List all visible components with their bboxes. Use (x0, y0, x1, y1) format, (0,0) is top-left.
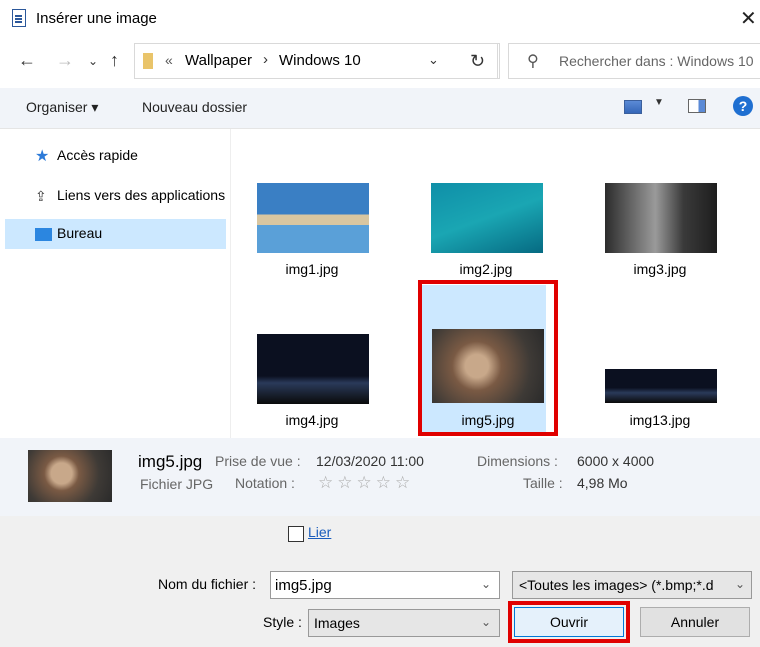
search-icon: ⚲ (527, 53, 539, 70)
chevron-down-icon[interactable]: ⌄ (481, 577, 491, 591)
sidebar-item-app-links[interactable]: ⇪ Liens vers des applications (5, 181, 226, 211)
address-bar[interactable]: « Wallpaper › Windows 10 ⌄ (134, 43, 498, 79)
size-value: 4,98 Mo (577, 475, 628, 491)
help-icon[interactable]: ? (733, 96, 753, 116)
folder-icon (143, 53, 153, 69)
cancel-button[interactable]: Annuler (640, 607, 750, 637)
sidebar-item-desktop[interactable]: Bureau (5, 219, 226, 249)
file-item[interactable]: img3.jpg (599, 177, 745, 327)
organise-button[interactable]: Organiser ▾ (26, 99, 98, 116)
taken-label: Prise de vue : (215, 453, 301, 469)
forward-arrow-icon[interactable]: → (56, 50, 74, 71)
search-input[interactable]: Rechercher dans : Windows 10 (559, 53, 754, 69)
path-overflow[interactable]: « (165, 52, 173, 68)
file-thumbnail (605, 183, 717, 253)
rating-label: Notation : (235, 475, 295, 491)
dimensions-label: Dimensions : (477, 453, 558, 469)
preview-pane-icon[interactable] (688, 99, 706, 113)
file-name: img3.jpg (633, 261, 687, 277)
chevron-down-icon[interactable]: ⌄ (735, 577, 745, 591)
up-arrow-icon[interactable]: ↑ (110, 50, 119, 71)
sidebar-item-quick-access[interactable]: ★ Accès rapide (5, 141, 226, 171)
file-thumbnail (257, 183, 369, 253)
file-thumbnail (605, 369, 717, 403)
rating-stars[interactable]: ☆☆☆☆☆ (318, 473, 414, 493)
details-file-type: Fichier JPG (140, 476, 214, 492)
filename-value[interactable]: img5.jpg (275, 577, 332, 594)
style-select[interactable]: Images ⌄ (308, 609, 500, 637)
document-icon (12, 9, 26, 27)
file-thumbnail (257, 334, 369, 404)
title-bar: Insérer une image ✕ (0, 0, 760, 38)
search-box[interactable]: ⚲ Rechercher dans : Windows 10 (508, 43, 760, 79)
file-thumbnail (431, 183, 543, 253)
file-item[interactable]: img1.jpg (251, 177, 397, 327)
file-type-value[interactable]: <Toutes les images> (*.bmp;*.d (519, 577, 729, 593)
details-pane: img5.jpg Fichier JPG Prise de vue : 12/0… (0, 438, 760, 516)
view-dropdown-icon[interactable]: ▼ (654, 97, 664, 108)
new-folder-button[interactable]: Nouveau dossier (142, 99, 247, 115)
file-name: img13.jpg (629, 412, 691, 428)
back-arrow-icon[interactable]: ← (18, 50, 36, 71)
chevron-right-icon[interactable]: › (263, 51, 268, 68)
size-label: Taille : (523, 475, 563, 491)
taken-value: 12/03/2020 11:00 (316, 453, 424, 469)
command-bar: Organiser ▾ Nouveau dossier ▼ ? (0, 88, 760, 129)
file-name: img4.jpg (285, 412, 339, 428)
file-name: img2.jpg (459, 261, 513, 277)
path-segment[interactable]: Wallpaper (185, 52, 252, 69)
file-type-select[interactable]: <Toutes les images> (*.bmp;*.d ⌄ (512, 571, 752, 599)
selection-highlight (418, 280, 558, 436)
path-segment[interactable]: Windows 10 (279, 52, 361, 69)
filename-label: Nom du fichier : (158, 576, 257, 592)
sidebar-item-label: Bureau (57, 225, 103, 241)
sidebar-item-label: Accès rapide (57, 147, 138, 163)
desktop-icon (35, 228, 52, 241)
link-checkbox-label[interactable]: Lier (308, 524, 331, 540)
open-button[interactable]: Ouvrir (514, 607, 624, 637)
file-name: img1.jpg (285, 261, 339, 277)
navigation-pane: ★ Accès rapide ⇪ Liens vers des applicat… (0, 129, 231, 438)
style-value[interactable]: Images (314, 615, 360, 631)
details-file-name: img5.jpg (138, 452, 203, 471)
filename-input[interactable]: img5.jpg ⌄ (270, 571, 500, 599)
view-icon[interactable] (624, 100, 642, 114)
share-icon: ⇪ (35, 188, 47, 204)
window-title: Insérer une image (36, 10, 157, 27)
style-label: Style : (263, 614, 302, 630)
sidebar-item-label: Liens vers des applications (57, 187, 226, 203)
close-icon[interactable]: ✕ (740, 6, 757, 31)
details-thumbnail (28, 450, 112, 502)
star-icon: ★ (35, 148, 50, 165)
chevron-down-icon[interactable]: ⌄ (481, 615, 491, 629)
link-checkbox[interactable] (288, 526, 304, 542)
refresh-icon[interactable]: ↻ (456, 43, 500, 79)
chevron-down-icon[interactable]: ⌄ (428, 52, 439, 68)
dimensions-value: 6000 x 4000 (577, 453, 655, 469)
recent-dropdown-icon[interactable]: ⌄ (88, 54, 98, 68)
